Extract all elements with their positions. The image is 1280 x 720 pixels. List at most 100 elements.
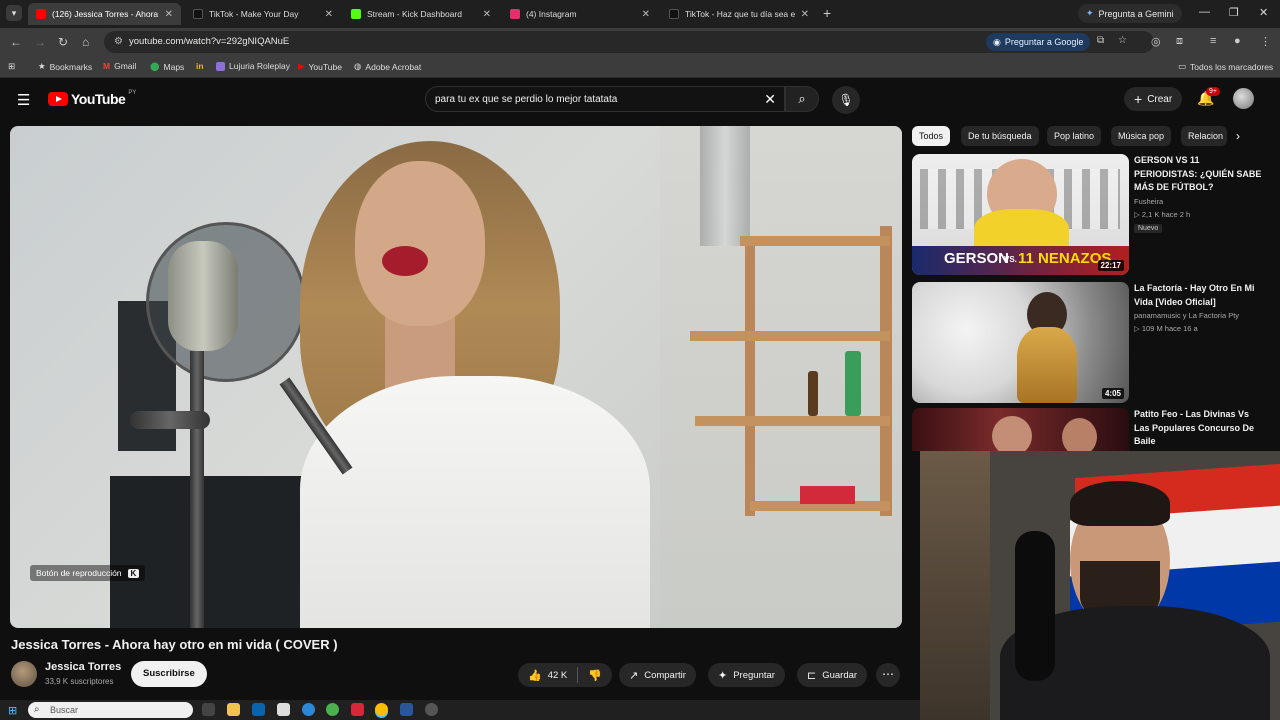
instagram-favicon-icon: [510, 9, 520, 19]
hamburger-menu-icon[interactable]: ☰: [17, 91, 30, 109]
tab-tiktok-2[interactable]: TikTok - Haz que tu día sea esp ✕: [661, 3, 817, 25]
bookmark-bookmarks[interactable]: ★ Bookmarks: [38, 61, 92, 72]
file-explorer-icon[interactable]: [227, 703, 240, 716]
rec-stats-2: ▷ 109 M hace 16 a: [1134, 324, 1198, 333]
duration-badge: 4:05: [1101, 388, 1124, 399]
gemini-button[interactable]: ✦ Pregunta a Gemini: [1078, 4, 1182, 23]
close-tab-icon[interactable]: ✕: [165, 9, 173, 20]
more-actions-icon[interactable]: ⋯: [876, 663, 900, 687]
site-info-icon[interactable]: ⚙: [114, 36, 123, 47]
media-control-icon[interactable]: ≡: [1210, 35, 1216, 47]
voice-search-button[interactable]: 🎙: [832, 86, 860, 114]
dislike-icon[interactable]: 👎: [588, 669, 602, 682]
create-button[interactable]: + Crear: [1124, 87, 1183, 111]
bookmark-adobe-acrobat[interactable]: ◍ Adobe Acrobat: [354, 61, 421, 72]
chip-de-tu-busqueda[interactable]: De tu búsqueda: [961, 126, 1039, 146]
rec-thumbnail-2[interactable]: 4:05: [912, 282, 1129, 403]
chip-pop-latino[interactable]: Pop latino: [1047, 126, 1102, 146]
apps-grid-icon[interactable]: ⊞: [8, 61, 15, 72]
extensions-puzzle-icon[interactable]: ⧈: [1176, 35, 1183, 48]
close-tab-icon[interactable]: ✕: [801, 9, 809, 20]
rec-channel-2[interactable]: panamamusic y La Factoria Pty: [1134, 311, 1239, 320]
rec-title-1[interactable]: GERSON VS 11 PERIODISTAS: ¿QUIÉN SABE MÁ…: [1134, 154, 1264, 195]
search-query-text[interactable]: para tu ex que se perdio lo mejor tatata…: [435, 94, 617, 105]
like-count[interactable]: 42 K: [548, 670, 568, 681]
task-view-icon[interactable]: [202, 703, 215, 716]
tab-youtube[interactable]: (126) Jessica Torres - Ahora hay ✕: [28, 3, 181, 25]
notification-count-badge: 9+: [1206, 87, 1220, 96]
forward-icon[interactable]: →: [34, 35, 46, 49]
close-window-icon[interactable]: ✕: [1259, 6, 1268, 19]
minimize-icon[interactable]: —: [1199, 6, 1210, 18]
clear-search-icon[interactable]: ✕: [764, 91, 776, 108]
browser-tab-strip: ▾ (126) Jessica Torres - Ahora hay ✕ Tik…: [0, 0, 1280, 28]
home-icon[interactable]: ⌂: [82, 35, 89, 49]
plus-icon: +: [1134, 91, 1143, 107]
youtube-masthead: ☰ YouTube PY para tu ex que se perdio lo…: [0, 78, 1280, 120]
install-app-icon[interactable]: ⧉: [1097, 35, 1104, 46]
chevron-right-icon[interactable]: ›: [1236, 129, 1240, 143]
bookmark-in[interactable]: in: [196, 61, 204, 71]
ask-google-button[interactable]: ◉ Preguntar a Google: [986, 33, 1091, 51]
windows-start-icon[interactable]: ⊞: [8, 704, 17, 717]
taskbar-search-input[interactable]: ⌕ Buscar: [28, 702, 193, 718]
search-button[interactable]: ⌕: [785, 86, 819, 112]
notepad-icon[interactable]: [277, 703, 290, 716]
microphone-in-video: [168, 241, 238, 351]
search-input[interactable]: para tu ex que se perdio lo mejor tatata…: [425, 86, 785, 112]
chip-todos[interactable]: Todos: [912, 126, 951, 146]
share-button[interactable]: ↗ Compartir: [619, 663, 696, 687]
new-tab-icon[interactable]: +: [823, 5, 831, 21]
youtube-logo[interactable]: YouTube PY: [48, 90, 136, 107]
like-dislike-group: 👍 42 K 👎: [518, 663, 612, 687]
close-tab-icon[interactable]: ✕: [325, 9, 333, 20]
chip-relacionado[interactable]: Relacion: [1181, 126, 1227, 146]
rec-thumbnail-3[interactable]: [912, 408, 1129, 451]
channel-name[interactable]: Jessica Torres: [45, 661, 121, 673]
tab-tiktok[interactable]: TikTok - Make Your Day ✕: [185, 3, 341, 25]
subscribe-button[interactable]: Suscribirse: [131, 661, 207, 687]
extension-icon[interactable]: ◎: [1151, 35, 1161, 48]
outlook-icon[interactable]: [252, 703, 265, 716]
rec-title-3[interactable]: Patito Feo - Las Divinas Vs Las Populare…: [1134, 408, 1264, 449]
rec-thumbnail-1[interactable]: GERSON VS. 11 NENAZOS 22:17: [912, 154, 1129, 275]
browser-menu-icon[interactable]: ⋮: [1260, 35, 1271, 48]
video-player[interactable]: Botón de reproducción K: [10, 126, 902, 628]
rec-channel-1[interactable]: Fusheira: [1134, 197, 1163, 206]
edge-icon[interactable]: [302, 703, 315, 716]
ask-button[interactable]: ✦ Preguntar: [708, 663, 785, 687]
address-bar[interactable]: ⚙ youtube.com/watch?v=292gNIQANuE ◉ Preg…: [104, 31, 1154, 53]
obs-icon[interactable]: [425, 703, 438, 716]
tab-title: TikTok - Make Your Day: [209, 9, 299, 19]
profile-icon[interactable]: ●: [1234, 35, 1241, 47]
word-icon[interactable]: [400, 703, 413, 716]
maximize-icon[interactable]: ❐: [1229, 6, 1239, 19]
brave-icon[interactable]: [351, 703, 364, 716]
tab-kick[interactable]: Stream - Kick Dashboard ✕: [343, 3, 499, 25]
bookmark-gmail[interactable]: M Gmail: [103, 61, 136, 71]
account-avatar[interactable]: [1233, 88, 1254, 109]
reload-icon[interactable]: ↻: [58, 35, 68, 49]
like-icon[interactable]: 👍: [528, 669, 542, 682]
rec-title-2[interactable]: La Factoría - Hay Otro En Mi Vida [Video…: [1134, 282, 1264, 309]
channel-avatar[interactable]: [11, 661, 37, 687]
url-text[interactable]: youtube.com/watch?v=292gNIQANuE: [129, 36, 289, 47]
gmail-icon: M: [103, 61, 111, 71]
tab-instagram[interactable]: (4) Instagram ✕: [502, 3, 658, 25]
chip-musica-pop[interactable]: Música pop: [1111, 126, 1172, 146]
star-icon: ★: [38, 61, 46, 71]
save-button[interactable]: ⊏ Guardar: [797, 663, 868, 687]
close-tab-icon[interactable]: ✕: [483, 9, 491, 20]
back-icon[interactable]: ←: [10, 35, 22, 49]
chrome-icon[interactable]: [375, 703, 388, 716]
all-bookmarks-folder[interactable]: ▭ Todos los marcadores: [1178, 61, 1273, 72]
bookmark-maps[interactable]: ⬤ Maps: [150, 61, 184, 72]
tiktok-favicon-icon: [669, 9, 679, 19]
bookmark-star-icon[interactable]: ☆: [1118, 35, 1127, 46]
tab-search-button[interactable]: ▾: [6, 5, 22, 21]
bookmark-youtube[interactable]: ▶ YouTube: [298, 61, 342, 72]
close-tab-icon[interactable]: ✕: [642, 9, 650, 20]
new-badge: Nuevo: [1134, 224, 1163, 233]
chrome-alt-icon[interactable]: [326, 703, 339, 716]
bookmark-lujuria-roleplay[interactable]: Lujuria Roleplay: [216, 61, 290, 71]
